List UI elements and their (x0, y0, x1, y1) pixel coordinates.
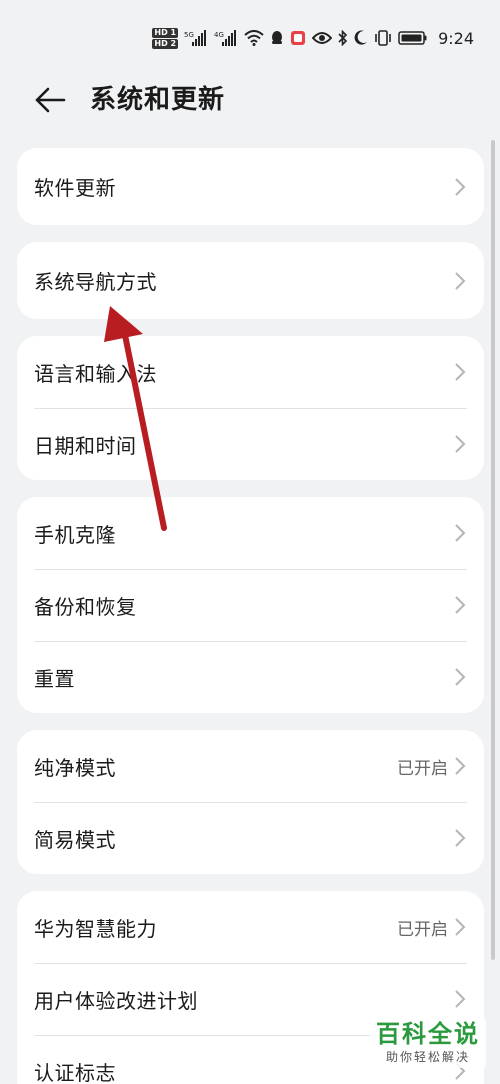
chevron-right-icon (454, 523, 466, 543)
chevron-right-icon (454, 362, 466, 382)
chevron-right-icon (454, 828, 466, 848)
chevron-right-icon (454, 434, 466, 454)
scrollbar[interactable] (491, 140, 495, 960)
vibrate-icon (374, 30, 392, 46)
wifi-icon (244, 30, 264, 46)
row-label: 简易模式 (34, 827, 116, 852)
status-value: 已开启 (397, 919, 448, 940)
row-label: 手机克隆 (34, 522, 116, 547)
page-title: 系统和更新 (90, 85, 226, 115)
hd2-label: HD 2 (152, 38, 179, 49)
row-label: 用户体验改进计划 (34, 988, 198, 1013)
card-navigation: 系统导航方式 (17, 242, 484, 319)
hd-icon: HD 1 HD 2 (152, 27, 179, 49)
clock: 9:24 (438, 28, 474, 48)
signal-4g-icon: 4G (214, 30, 238, 46)
eye-comfort-icon (312, 31, 333, 45)
settings-page: HD 1 HD 2 5G 4G 9:24 系统和更新 软件更新 系统导航方式 语… (0, 0, 500, 1084)
hd1-label: HD 1 (152, 27, 179, 38)
row-system-navigation[interactable]: 系统导航方式 (17, 242, 484, 319)
chevron-right-icon (454, 917, 466, 937)
chevron-right-icon (454, 989, 466, 1009)
network-2-label: 4G (214, 31, 224, 39)
card-software-update: 软件更新 (17, 148, 484, 225)
row-label: 软件更新 (34, 176, 116, 200)
row-phone-clone[interactable]: 手机克隆 (17, 497, 484, 569)
moon-icon (354, 30, 368, 46)
card-modes: 纯净模式 已开启 简易模式 (17, 730, 484, 874)
row-software-update[interactable]: 软件更新 (17, 148, 484, 225)
chevron-right-icon (454, 756, 466, 776)
watermark-main: 百科全说 (376, 1020, 480, 1048)
row-huawei-ability[interactable]: 华为智慧能力 已开启 (17, 891, 484, 963)
row-label: 备份和恢复 (34, 594, 137, 619)
bluetooth-icon (338, 30, 348, 46)
app-notification-icon (290, 30, 306, 46)
chevron-right-icon (454, 595, 466, 615)
back-button[interactable] (32, 82, 68, 118)
header: 系统和更新 (0, 72, 500, 128)
signal-5g-icon: 5G (184, 30, 208, 46)
qq-icon (270, 30, 284, 46)
row-simple-mode[interactable]: 简易模式 (17, 802, 484, 874)
row-pure-mode[interactable]: 纯净模式 已开启 (17, 730, 484, 802)
row-date-time[interactable]: 日期和时间 (17, 408, 484, 480)
chevron-right-icon (454, 177, 466, 197)
network-1-label: 5G (184, 31, 194, 39)
battery-icon (398, 30, 428, 46)
status-value: 已开启 (397, 758, 448, 779)
watermark-logo: 百科全说 助你轻松解决 (370, 1018, 486, 1068)
row-label: 华为智慧能力 (34, 916, 157, 941)
row-reset[interactable]: 重置 (17, 641, 484, 713)
row-label: 系统导航方式 (34, 270, 157, 294)
row-backup-restore[interactable]: 备份和恢复 (17, 569, 484, 641)
watermark-sub: 助你轻松解决 (385, 1050, 470, 1064)
row-language-input[interactable]: 语言和输入法 (17, 336, 484, 408)
row-label: 日期和时间 (34, 433, 137, 458)
settings-list: 软件更新 系统导航方式 语言和输入法 日期和时间 手机克隆 备份和恢复 重置 纯… (17, 148, 484, 1084)
card-backup: 手机克隆 备份和恢复 重置 (17, 497, 484, 713)
row-label: 语言和输入法 (34, 361, 157, 386)
chevron-right-icon (454, 667, 466, 687)
card-language-date: 语言和输入法 日期和时间 (17, 336, 484, 480)
row-label: 重置 (34, 666, 75, 691)
status-bar: HD 1 HD 2 5G 4G 9:24 (152, 20, 474, 56)
row-label: 纯净模式 (34, 755, 116, 780)
back-arrow-icon (35, 87, 66, 113)
chevron-right-icon (454, 271, 466, 291)
